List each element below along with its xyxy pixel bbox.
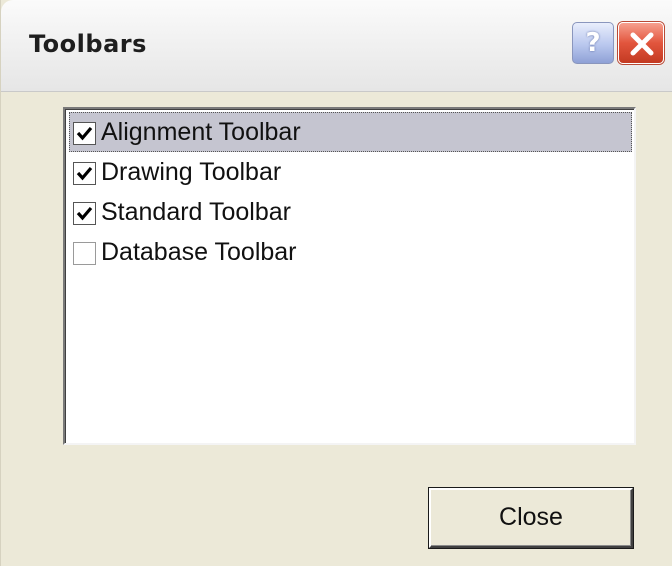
list-item-standard-toolbar[interactable]: Standard Toolbar [69,192,632,232]
help-button[interactable]: ? [572,22,614,64]
toolbars-dialog: Toolbars ? Alignment Toolbar Drawing Too… [0,0,672,566]
list-item-label: Standard Toolbar [101,198,291,226]
window-close-button[interactable] [618,22,664,64]
list-item-label: Database Toolbar [101,238,297,266]
list-item-alignment-toolbar[interactable]: Alignment Toolbar [69,112,632,152]
toolbar-list[interactable]: Alignment Toolbar Drawing Toolbar Standa… [63,107,636,445]
question-mark-icon: ? [585,28,601,58]
checkmark-icon [76,166,93,181]
checkbox-database-toolbar[interactable] [73,242,96,265]
checkbox-standard-toolbar[interactable] [73,202,96,225]
checkmark-icon [76,206,93,221]
title-bar[interactable]: Toolbars ? [1,0,672,92]
list-item-drawing-toolbar[interactable]: Drawing Toolbar [69,152,632,192]
list-item-label: Drawing Toolbar [101,158,282,186]
checkmark-icon [76,126,93,141]
list-item-label: Alignment Toolbar [101,118,301,146]
checkbox-drawing-toolbar[interactable] [73,162,96,185]
list-item-database-toolbar[interactable]: Database Toolbar [69,232,632,272]
checkbox-alignment-toolbar[interactable] [73,122,96,145]
window-title: Toolbars [29,30,147,58]
close-button[interactable]: Close [429,488,633,548]
close-x-icon [630,32,654,56]
